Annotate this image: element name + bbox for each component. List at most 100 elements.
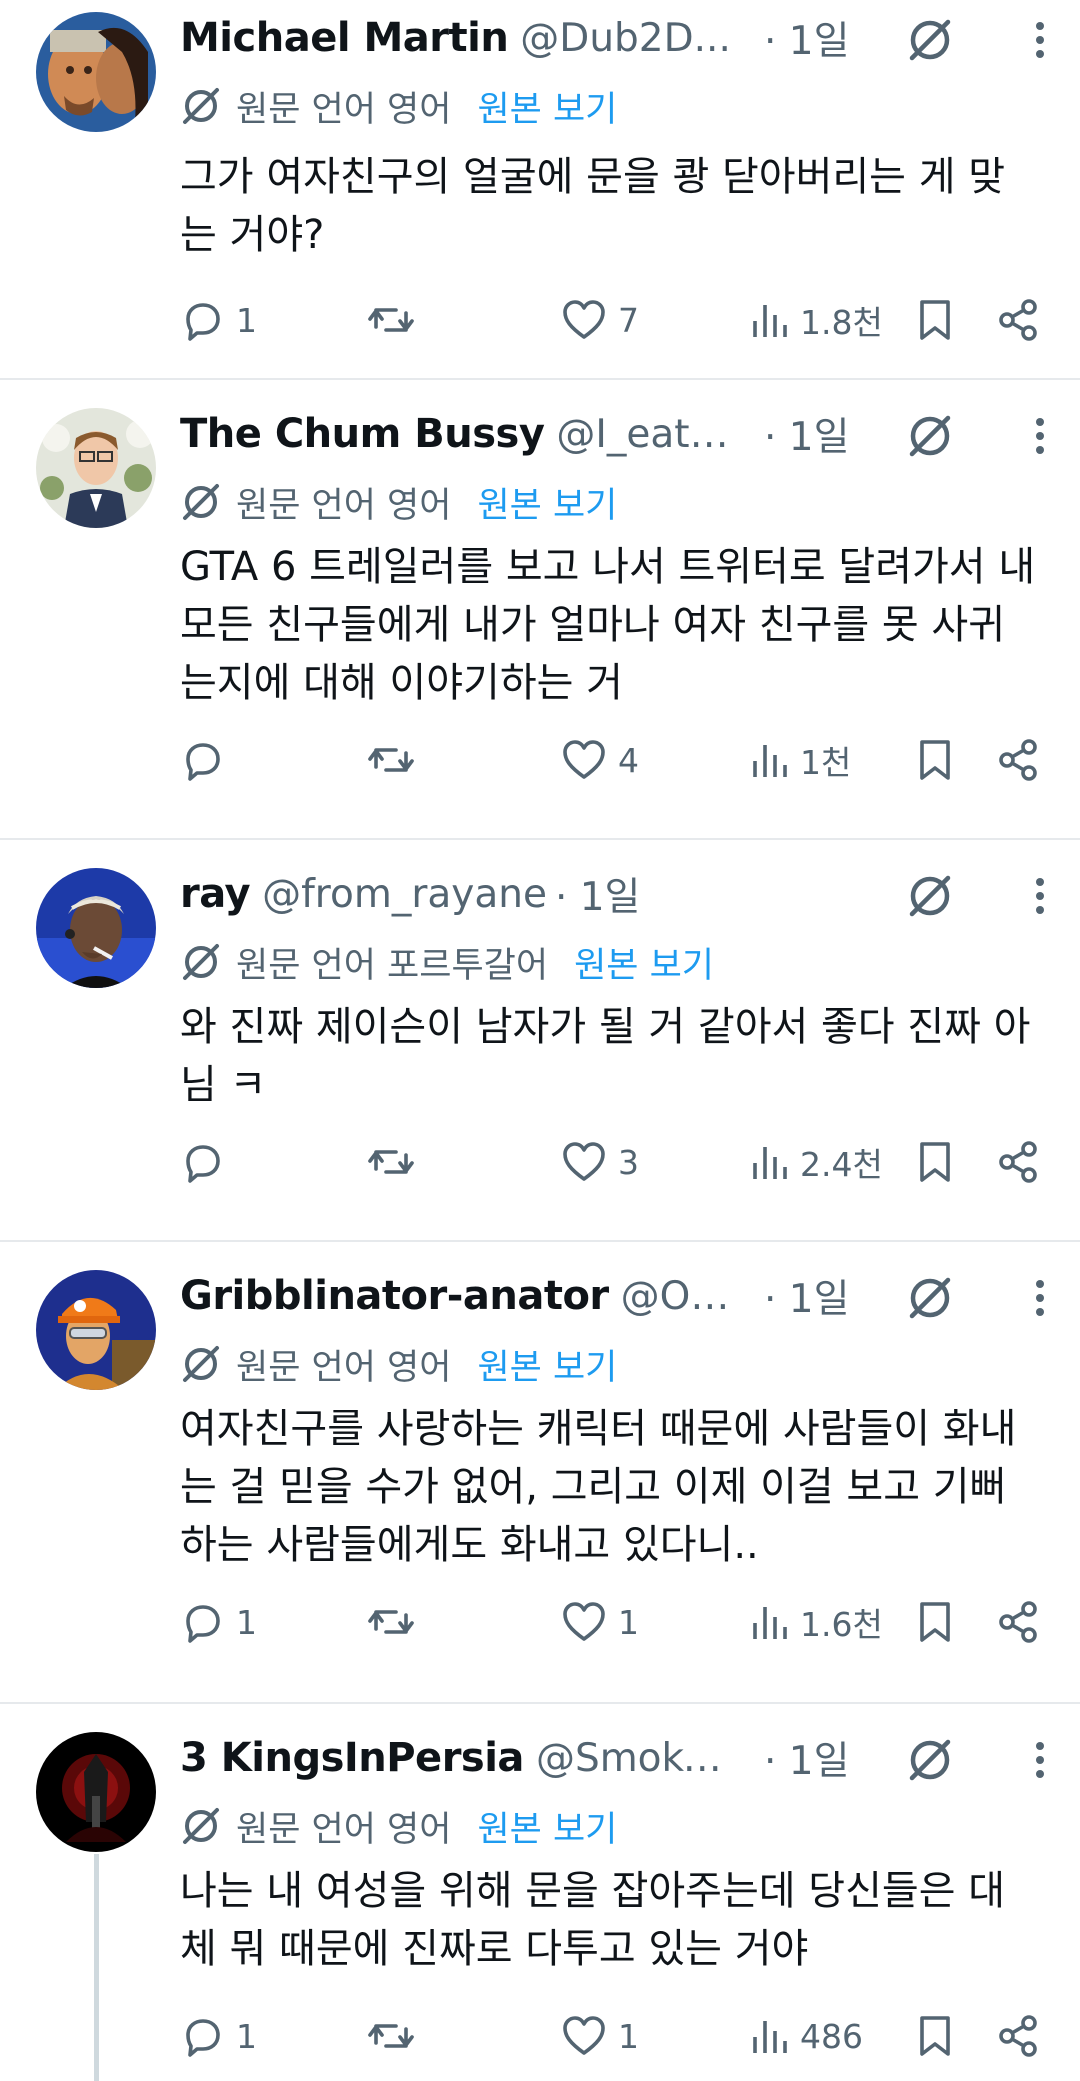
timestamp[interactable]: · 1일: [764, 1270, 850, 1322]
author-handle[interactable]: @from_rayane: [262, 872, 547, 917]
post[interactable]: The Chum Bussy @I_eat_s... · 1일 원문 언어 영어…: [0, 380, 1080, 840]
author-handle[interactable]: @On...: [621, 1274, 750, 1319]
share-button[interactable]: [996, 730, 1040, 790]
repost-button[interactable]: [366, 730, 426, 790]
reply-button[interactable]: 1: [180, 290, 257, 350]
share-button[interactable]: [996, 1132, 1040, 1192]
author-handle[interactable]: @I_eat_s...: [556, 412, 740, 457]
share-icon: [999, 1601, 1037, 1643]
post[interactable]: Michael Martin @Dub2D... · 1일 원문 언어 영어 원…: [0, 0, 1080, 380]
avatar[interactable]: [36, 1270, 156, 1390]
bookmark-icon: [920, 2016, 950, 2056]
share-button[interactable]: [996, 1592, 1040, 1652]
avatar[interactable]: [36, 12, 156, 132]
views-button[interactable]: 2.4천: [750, 1132, 883, 1192]
like-count: 3: [618, 1142, 639, 1182]
share-button[interactable]: [996, 290, 1040, 350]
author-name[interactable]: The Chum Bussy: [180, 411, 545, 457]
views-button[interactable]: 1천: [750, 730, 851, 790]
author-name[interactable]: ray: [180, 871, 251, 917]
reply-icon: [186, 303, 220, 341]
like-button[interactable]: 1: [560, 1592, 639, 1652]
reply-button[interactable]: [180, 730, 236, 790]
post[interactable]: Gribblinator-anator @On... · 1일 원문 언어 영어…: [0, 1242, 1080, 1704]
grok-icon[interactable]: [902, 408, 958, 464]
like-icon: [563, 2016, 605, 2055]
like-button[interactable]: 3: [560, 1132, 639, 1192]
timestamp[interactable]: · 1일: [555, 868, 641, 920]
bookmark-button[interactable]: [915, 2006, 955, 2066]
bookmark-icon: [920, 300, 950, 340]
reply-count: 1: [236, 300, 257, 340]
show-original-link[interactable]: 원본 보기: [477, 81, 617, 132]
author-handle[interactable]: @Smoke...: [536, 1736, 740, 1781]
reply-button[interactable]: [180, 1132, 236, 1192]
timestamp[interactable]: · 1일: [764, 408, 850, 460]
more-icon[interactable]: [1020, 12, 1060, 68]
post-text: GTA 6 트레일러를 보고 나서 트위터로 달려가서 내 모든 친구들에게 내…: [180, 544, 1036, 706]
show-original-link[interactable]: 원본 보기: [477, 477, 617, 528]
post[interactable]: ray @from_rayane · 1일 원문 언어 포르투갈어 원본 보기 …: [0, 840, 1080, 1242]
show-original-link[interactable]: 원본 보기: [477, 1339, 617, 1390]
bookmark-button[interactable]: [915, 1592, 955, 1652]
more-icon[interactable]: [1020, 1732, 1060, 1788]
more-icon[interactable]: [1020, 868, 1060, 924]
translation-label: 원문 언어 영어: [236, 1347, 452, 1388]
post[interactable]: 3 KingsInPersia @Smoke... · 1일 원문 언어 영어 …: [0, 1704, 1080, 2081]
repost-button[interactable]: [366, 290, 426, 350]
more-icon[interactable]: [1020, 1270, 1060, 1326]
reply-feed: Michael Martin @Dub2D... · 1일 원문 언어 영어 원…: [0, 0, 1080, 2081]
views-button[interactable]: 486: [750, 2006, 863, 2066]
timestamp[interactable]: · 1일: [764, 12, 850, 64]
author-name[interactable]: Gribblinator-anator: [180, 1273, 609, 1319]
bookmark-button[interactable]: [915, 290, 955, 350]
views-button[interactable]: 1.8천: [750, 290, 883, 350]
author-name[interactable]: 3 KingsInPersia: [180, 1735, 524, 1781]
translate-icon: [180, 481, 222, 523]
author-name[interactable]: Michael Martin: [180, 15, 509, 61]
grok-icon[interactable]: [902, 12, 958, 68]
action-bar: 1 1 1.6천: [180, 1592, 1060, 1652]
author-handle[interactable]: @Dub2D...: [520, 16, 731, 61]
repost-button[interactable]: [366, 1132, 426, 1192]
views-button[interactable]: 1.6천: [750, 1592, 883, 1652]
action-bar: 4 1천: [180, 730, 1060, 790]
avatar[interactable]: [36, 1732, 156, 1852]
share-button[interactable]: [996, 2006, 1040, 2066]
action-bar: 1 1 486: [180, 2006, 1060, 2066]
show-original-link[interactable]: 원본 보기: [574, 937, 714, 988]
bookmark-button[interactable]: [915, 1132, 955, 1192]
avatar[interactable]: [36, 408, 156, 528]
bookmark-icon: [920, 1602, 950, 1642]
post-text: 그가 여자친구의 얼굴에 문을 쾅 닫아버리는 게 맞는 거야?: [180, 154, 1006, 258]
grok-icon[interactable]: [902, 1732, 958, 1788]
like-count: 1: [618, 2016, 639, 2056]
grok-icon[interactable]: [902, 868, 958, 924]
repost-button[interactable]: [366, 1592, 426, 1652]
bookmark-button[interactable]: [915, 730, 955, 790]
thread-line: [94, 1854, 99, 2081]
views-icon: [753, 1147, 787, 1179]
repost-button[interactable]: [366, 2006, 426, 2066]
like-icon: [563, 1142, 605, 1181]
reply-button[interactable]: 1: [180, 1592, 257, 1652]
like-button[interactable]: 1: [560, 2006, 639, 2066]
views-icon: [753, 745, 787, 777]
share-icon: [999, 2015, 1037, 2057]
more-icon[interactable]: [1020, 408, 1060, 464]
like-button[interactable]: 4: [560, 730, 639, 790]
view-count: 486: [800, 2016, 863, 2056]
grok-icon[interactable]: [902, 1270, 958, 1326]
reply-button[interactable]: 1: [180, 2006, 257, 2066]
views-icon: [753, 1607, 787, 1639]
views-icon: [753, 2021, 787, 2053]
like-icon: [563, 1602, 605, 1641]
post-text: 여자친구를 사랑하는 캐릭터 때문에 사람들이 화내는 걸 믿을 수가 없어, …: [180, 1406, 1017, 1568]
share-icon: [999, 739, 1037, 781]
like-button[interactable]: 7: [560, 290, 639, 350]
timestamp[interactable]: · 1일: [764, 1732, 850, 1784]
show-original-link[interactable]: 원본 보기: [477, 1801, 617, 1852]
avatar[interactable]: [36, 868, 156, 988]
share-icon: [999, 299, 1037, 341]
reply-icon: [186, 1145, 220, 1183]
